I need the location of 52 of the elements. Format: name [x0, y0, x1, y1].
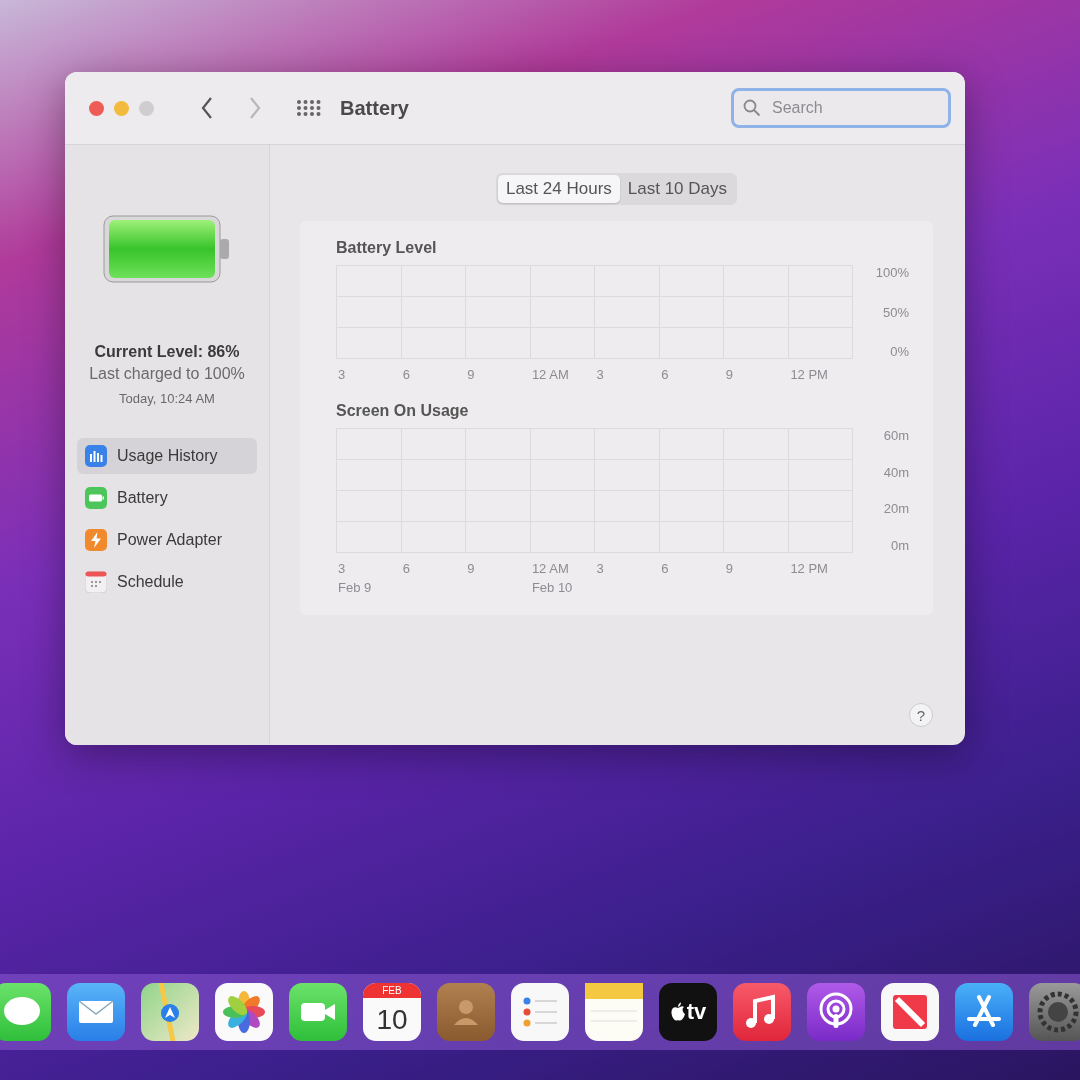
calendar-icon[interactable]: FEB 10 — [363, 983, 421, 1041]
axis-label: 12 AM — [531, 367, 570, 382]
axis-label: 6 — [661, 561, 670, 576]
tv-label: tv — [686, 999, 707, 1025]
axis-label: 100% — [875, 265, 909, 280]
axis-label: 9 — [725, 367, 734, 382]
axis-label: 3 — [596, 561, 605, 576]
axis-label: 3 — [596, 367, 605, 382]
sidebar-item[interactable]: Battery — [77, 480, 257, 516]
axis-label: 3 — [338, 367, 347, 382]
date-label: Feb 9 — [338, 580, 373, 595]
axis-label: 6 — [402, 367, 411, 382]
help-button[interactable]: ? — [909, 703, 933, 727]
axis-label: 9 — [467, 561, 476, 576]
axis-label: 12 PM — [790, 561, 829, 576]
calendar-icon — [85, 571, 107, 593]
lightning-icon — [85, 529, 107, 551]
sidebar-item[interactable]: Schedule — [77, 564, 257, 600]
charged-time-text: Today, 10:24 AM — [119, 391, 215, 406]
axis-label: 20m — [883, 501, 909, 517]
window-title: Battery — [340, 96, 409, 120]
sidebar-item[interactable]: Usage History — [77, 438, 257, 474]
search-field[interactable]: Search — [731, 88, 951, 128]
axis-label: 0% — [890, 344, 909, 359]
battery-icon — [103, 215, 231, 283]
grid-icon[interactable] — [296, 99, 322, 117]
axis-label: 12 PM — [790, 367, 829, 382]
axis-label: 6 — [661, 367, 670, 382]
bar-chart-icon — [85, 445, 107, 467]
fruit-logo-icon — [669, 1002, 686, 1022]
axis-label: 12 AM — [531, 561, 570, 576]
battery-icon — [85, 487, 107, 509]
axis-label: 40m — [883, 464, 909, 480]
axis-label: 6 — [402, 561, 411, 576]
last-charged-text: Last charged to 100% — [89, 365, 245, 383]
tab[interactable]: Last 24 Hours — [497, 175, 620, 203]
sidebar-item[interactable]: Power Adapter — [77, 522, 257, 558]
close-button[interactable] — [89, 100, 104, 116]
axis-label: 3 — [338, 561, 347, 576]
tab[interactable]: Last 10 Days — [619, 175, 736, 203]
chart-title: Battery Level — [336, 239, 438, 257]
calendar-day: 10 — [376, 998, 408, 1041]
tv-app-icon[interactable]: tv — [659, 983, 717, 1041]
axis-label: 9 — [725, 561, 734, 576]
axis-label: 0m — [890, 537, 909, 553]
axis-label: 50% — [882, 304, 909, 320]
calendar-month: FEB — [363, 983, 421, 998]
axis-label: 60m — [883, 428, 909, 443]
chart-title: Screen On Usage — [336, 402, 470, 420]
date-label: Feb 10 — [531, 580, 574, 595]
axis-label: 9 — [467, 367, 476, 382]
current-level-text: Current Level: 86% — [94, 343, 240, 361]
